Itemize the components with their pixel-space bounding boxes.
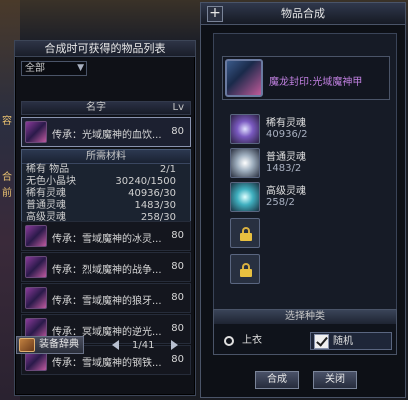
target-item-slot[interactable]: 魔龙封印:光域魔神甲 bbox=[222, 56, 390, 100]
radio-icon bbox=[224, 336, 234, 346]
advanced-soul-slot[interactable] bbox=[230, 182, 260, 212]
close-button[interactable]: 关闭 bbox=[313, 371, 357, 389]
select-type-box: 选择种类 上衣 随机 bbox=[213, 309, 397, 355]
expand-button[interactable]: + bbox=[207, 6, 223, 22]
list-pager: 1/41 bbox=[110, 338, 180, 354]
synth-panel-title: 物品合成 bbox=[201, 3, 405, 25]
common-soul-label: 普通灵魂 1483/2 bbox=[266, 152, 306, 174]
item-name: 传承：雪域魔神的狼牙... bbox=[52, 296, 162, 307]
column-level-header: Lv bbox=[172, 102, 185, 113]
lock-icon bbox=[240, 227, 252, 241]
rare-soul-slot[interactable] bbox=[230, 114, 260, 144]
item-level: 80 bbox=[171, 354, 184, 365]
background-text: 前 bbox=[2, 188, 12, 199]
materials-title: 所需材料 bbox=[22, 150, 190, 164]
weapon-icon bbox=[25, 225, 47, 247]
item-name: 传承：光域魔神的血饮... bbox=[52, 130, 162, 141]
background-text: 容 bbox=[2, 116, 12, 127]
background-text: 合 bbox=[2, 172, 12, 183]
list-column-header: 名字 Lv bbox=[21, 101, 191, 115]
book-icon bbox=[19, 338, 35, 352]
item-level: 80 bbox=[171, 261, 184, 272]
previous-page-icon[interactable] bbox=[112, 340, 119, 350]
synth-inner-frame: 魔龙封印:光域魔神甲 稀有灵魂 40936/2 普通灵魂 1483/2 高级灵魂… bbox=[213, 33, 397, 347]
lock-icon bbox=[240, 263, 252, 277]
item-level: 80 bbox=[171, 230, 184, 241]
item-level: 80 bbox=[171, 323, 184, 334]
weapon-icon bbox=[25, 121, 47, 143]
type-option-top[interactable]: 上衣 bbox=[220, 332, 302, 350]
list-panel-title: 合成时可获得的物品列表 bbox=[15, 41, 195, 57]
list-item[interactable]: 传承：烈域魔神的战争... 80 bbox=[21, 252, 191, 282]
equipment-dictionary-button[interactable]: 装备辞典 bbox=[16, 336, 84, 354]
list-item-selected[interactable]: 传承：光域魔神的血饮... 80 bbox=[21, 117, 191, 147]
checkbox-checked-icon bbox=[314, 334, 329, 349]
item-level: 80 bbox=[171, 126, 184, 137]
weapon-icon bbox=[25, 256, 47, 278]
rare-soul-label: 稀有灵魂 40936/2 bbox=[266, 118, 308, 140]
common-soul-slot[interactable] bbox=[230, 148, 260, 178]
select-type-title: 选择种类 bbox=[214, 310, 396, 324]
chevron-down-icon: ▼ bbox=[77, 63, 84, 73]
list-item[interactable]: 传承：雪域魔神的冰灵... 80 bbox=[21, 221, 191, 251]
weapon-icon bbox=[25, 287, 47, 309]
item-name: 传承：雪域魔神的钢铁... bbox=[52, 358, 162, 369]
column-name-header: 名字 bbox=[86, 102, 106, 113]
material-row: 普通灵魂 1483/30 bbox=[26, 200, 176, 211]
armor-icon bbox=[225, 59, 263, 97]
item-name: 传承：雪域魔神的冰灵... bbox=[52, 234, 162, 245]
category-filter-dropdown[interactable]: 全部 ▼ bbox=[21, 61, 87, 76]
list-item[interactable]: 传承：雪域魔神的狼牙... 80 bbox=[21, 283, 191, 313]
material-row: 无色小晶块 30240/1500 bbox=[26, 176, 176, 187]
item-level: 80 bbox=[171, 292, 184, 303]
target-item-name: 魔龙封印:光域魔神甲 bbox=[269, 77, 363, 88]
next-page-icon[interactable] bbox=[171, 340, 178, 350]
page-indicator: 1/41 bbox=[132, 340, 155, 351]
advanced-soul-label: 高级灵魂 258/2 bbox=[266, 186, 306, 208]
material-row: 稀有灵魂 40936/30 bbox=[26, 188, 176, 199]
type-option-random[interactable]: 随机 bbox=[310, 332, 392, 350]
locked-slot bbox=[230, 218, 260, 248]
filter-value: 全部 bbox=[25, 63, 45, 74]
locked-slot bbox=[230, 254, 260, 284]
material-row: 稀有 物品 2/1 bbox=[26, 164, 176, 175]
dictionary-button-label: 装备辞典 bbox=[39, 339, 79, 350]
synthesize-button[interactable]: 合成 bbox=[255, 371, 299, 389]
item-synthesis-panel: + 物品合成 魔龙封印:光域魔神甲 稀有灵魂 40936/2 普通灵魂 1483… bbox=[200, 2, 406, 398]
item-name: 传承：烈域魔神的战争... bbox=[52, 265, 162, 276]
